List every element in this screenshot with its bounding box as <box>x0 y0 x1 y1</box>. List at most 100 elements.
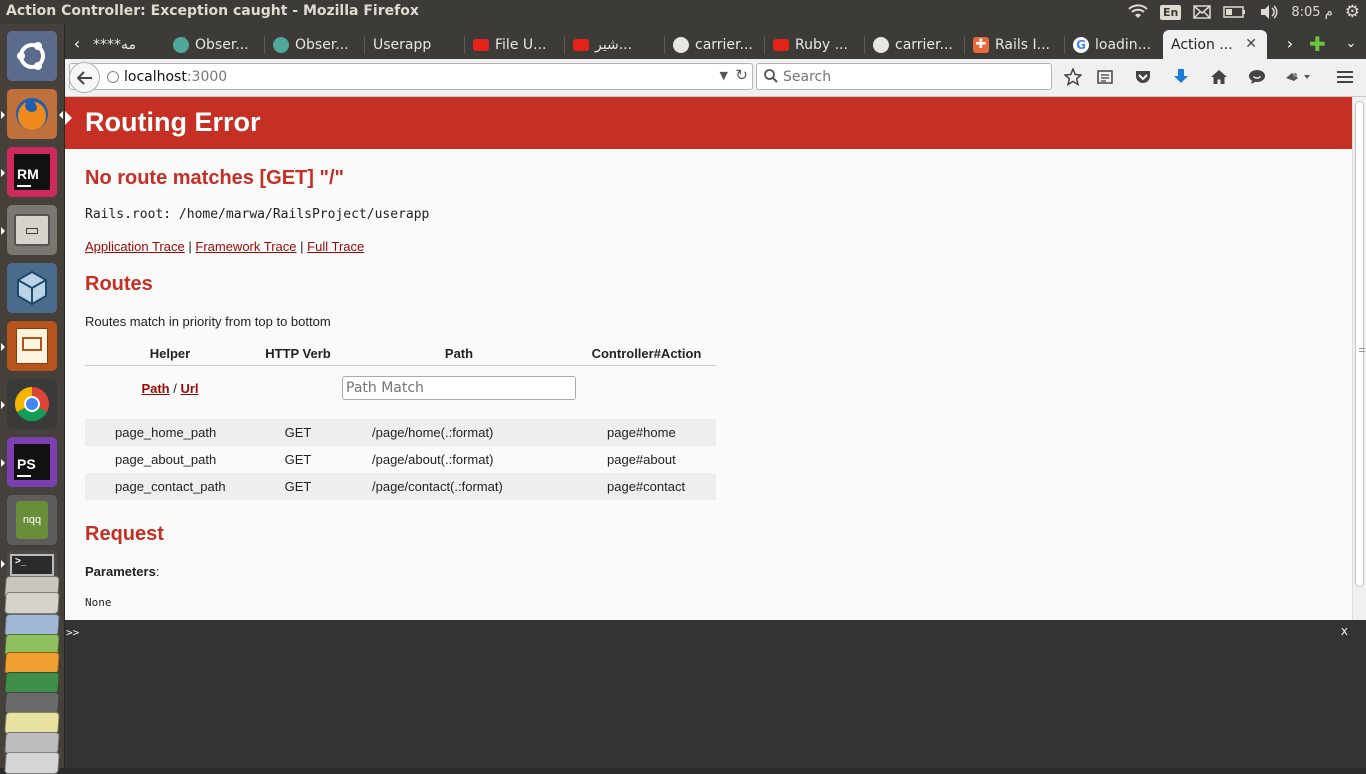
phpstorm-label: PS <box>17 456 36 472</box>
tab-scroll-right-icon[interactable]: › <box>1282 30 1298 56</box>
route-action: page#home <box>577 419 716 446</box>
scrollbar-thumb[interactable] <box>1355 101 1365 587</box>
tab[interactable]: carrier... <box>865 30 965 59</box>
google-icon: G <box>1073 36 1089 53</box>
route-path: /page/contact(.:format) <box>341 473 577 500</box>
tab[interactable]: Ruby ... <box>765 30 865 59</box>
column-header-helper: Helper <box>85 343 255 366</box>
route-path: /page/home(.:format) <box>341 419 577 446</box>
tab-scroll-left-icon[interactable]: ‹ <box>69 30 85 56</box>
tab[interactable]: G loadin... <box>1065 30 1165 59</box>
stacked-launcher-icon[interactable] <box>4 732 60 754</box>
route-action: page#about <box>607 452 676 467</box>
gear-icon[interactable]: ⚙ <box>1345 2 1360 22</box>
column-header-path: Path <box>341 343 577 366</box>
close-tab-icon[interactable]: ✕ <box>1245 36 1257 52</box>
trash-icon[interactable] <box>4 752 60 774</box>
search-box[interactable] <box>756 63 1052 90</box>
stacked-launcher-icon[interactable] <box>4 592 60 614</box>
close-console-icon[interactable]: x <box>1341 624 1348 638</box>
tab-label: File U... <box>495 36 547 53</box>
application-trace-link[interactable]: Application Trace <box>85 239 185 254</box>
table-row: page_contact_path GET /page/contact(.:fo… <box>85 473 716 500</box>
impress-icon[interactable] <box>1 321 57 371</box>
stacked-launcher-icon[interactable] <box>4 712 60 734</box>
tab[interactable]: Obser... <box>165 30 265 59</box>
system-top-bar: Action Controller: Exception caught - Mo… <box>0 0 1366 24</box>
tab-label: Obser... <box>295 36 349 53</box>
path-match-input[interactable] <box>342 376 576 401</box>
hello-chat-icon[interactable] <box>1247 67 1267 87</box>
youtube-icon <box>473 38 489 51</box>
pocket-icon[interactable] <box>1133 67 1153 87</box>
bookmark-star-icon[interactable] <box>1063 67 1083 87</box>
window-title: Action Controller: Exception caught - Mo… <box>6 3 419 19</box>
stacked-launcher-icon[interactable] <box>4 672 60 694</box>
url-toggle-link[interactable]: Url <box>180 381 198 396</box>
downloads-icon[interactable] <box>1171 67 1191 87</box>
trace-links: Application Trace | Framework Trace | Fu… <box>85 239 365 254</box>
battery-icon[interactable] <box>1223 5 1247 19</box>
stacked-launcher-icon[interactable] <box>4 652 60 674</box>
route-path: /page/about(.:format) <box>372 452 494 467</box>
tab-bar: ‹ ****مه Obser... Obser... Userapp File … <box>65 24 1366 59</box>
ubuntu-logo-icon[interactable] <box>7 31 57 81</box>
routes-filter-row: Path / Url <box>85 365 716 411</box>
tab[interactable]: File U... <box>465 30 565 59</box>
navigation-toolbar: localhost:3000 ▼ ↻ <box>65 59 1366 97</box>
tab[interactable]: Userapp <box>365 30 465 59</box>
extension-icon[interactable] <box>1283 67 1313 87</box>
back-button[interactable] <box>69 62 100 93</box>
clock[interactable]: 8:05 م <box>1291 5 1332 20</box>
tab-active[interactable]: Action ... ✕ <box>1163 30 1267 59</box>
volume-icon[interactable] <box>1259 4 1279 20</box>
full-trace-link[interactable]: Full Trace <box>307 239 364 254</box>
home-icon[interactable] <box>1209 67 1229 87</box>
wifi-icon[interactable] <box>1128 4 1148 20</box>
tab[interactable]: شير... <box>565 30 665 59</box>
url-bar[interactable]: localhost:3000 ▼ ↻ <box>69 62 753 93</box>
tab[interactable]: ✚ Rails I... <box>965 30 1065 59</box>
new-tab-icon[interactable]: ✚ <box>1309 32 1326 56</box>
table-row: page_about_path GET /page/about(.:format… <box>85 446 716 473</box>
url-history-chevron-down-icon[interactable]: ▼ <box>720 69 728 82</box>
stacked-launcher-icon[interactable] <box>4 692 60 714</box>
url-text: localhost:3000 <box>124 69 228 85</box>
github-icon <box>873 36 889 53</box>
reload-icon[interactable]: ↻ <box>735 66 748 84</box>
tab[interactable]: carrier... <box>665 30 765 59</box>
tab-list-chevron-down-icon[interactable]: ⌄ <box>1343 30 1359 56</box>
stacked-launcher-icon[interactable] <box>4 614 60 636</box>
rails-root-path: Rails.root: /home/marwa/RailsProject/use… <box>85 207 430 222</box>
rails-guide-icon: ✚ <box>973 36 989 53</box>
page-scrollbar[interactable] <box>1352 97 1366 620</box>
chrome-icon[interactable] <box>1 379 57 429</box>
rubymine-icon[interactable]: RM <box>1 147 57 197</box>
site-info-icon[interactable] <box>107 71 119 83</box>
search-input[interactable] <box>783 67 1043 87</box>
globe-icon <box>173 36 189 53</box>
virtualbox-icon[interactable] <box>7 263 57 313</box>
mail-icon[interactable] <box>1193 5 1212 19</box>
routes-table-header-row: Helper HTTP Verb Path Controller#Action <box>85 343 716 366</box>
tab-label: Userapp <box>373 36 432 53</box>
tab-label: ****مه <box>93 36 137 53</box>
route-helper: page_contact_path <box>85 473 255 500</box>
tab-label: شير... <box>595 36 633 53</box>
rubymine-label: RM <box>17 166 39 182</box>
page-title: Routing Error <box>85 107 261 137</box>
files-icon[interactable] <box>1 205 57 255</box>
framework-trace-link[interactable]: Framework Trace <box>195 239 296 254</box>
reading-list-icon[interactable] <box>1095 67 1115 87</box>
path-toggle-link[interactable]: Path <box>141 381 169 396</box>
web-console[interactable]: >> x <box>65 620 1366 768</box>
page-viewport: Routing Error No route matches [GET] "/"… <box>65 97 1352 620</box>
tab[interactable]: Obser... <box>265 30 365 59</box>
notepadqq-icon[interactable]: nqq <box>7 495 57 545</box>
route-verb: GET <box>255 473 341 500</box>
menu-hamburger-icon[interactable] <box>1335 67 1355 87</box>
keyboard-layout-indicator[interactable]: En <box>1160 4 1182 20</box>
console-prompt[interactable]: >> <box>66 626 79 639</box>
firefox-icon[interactable] <box>1 89 63 139</box>
phpstorm-icon[interactable]: PS <box>1 437 57 487</box>
